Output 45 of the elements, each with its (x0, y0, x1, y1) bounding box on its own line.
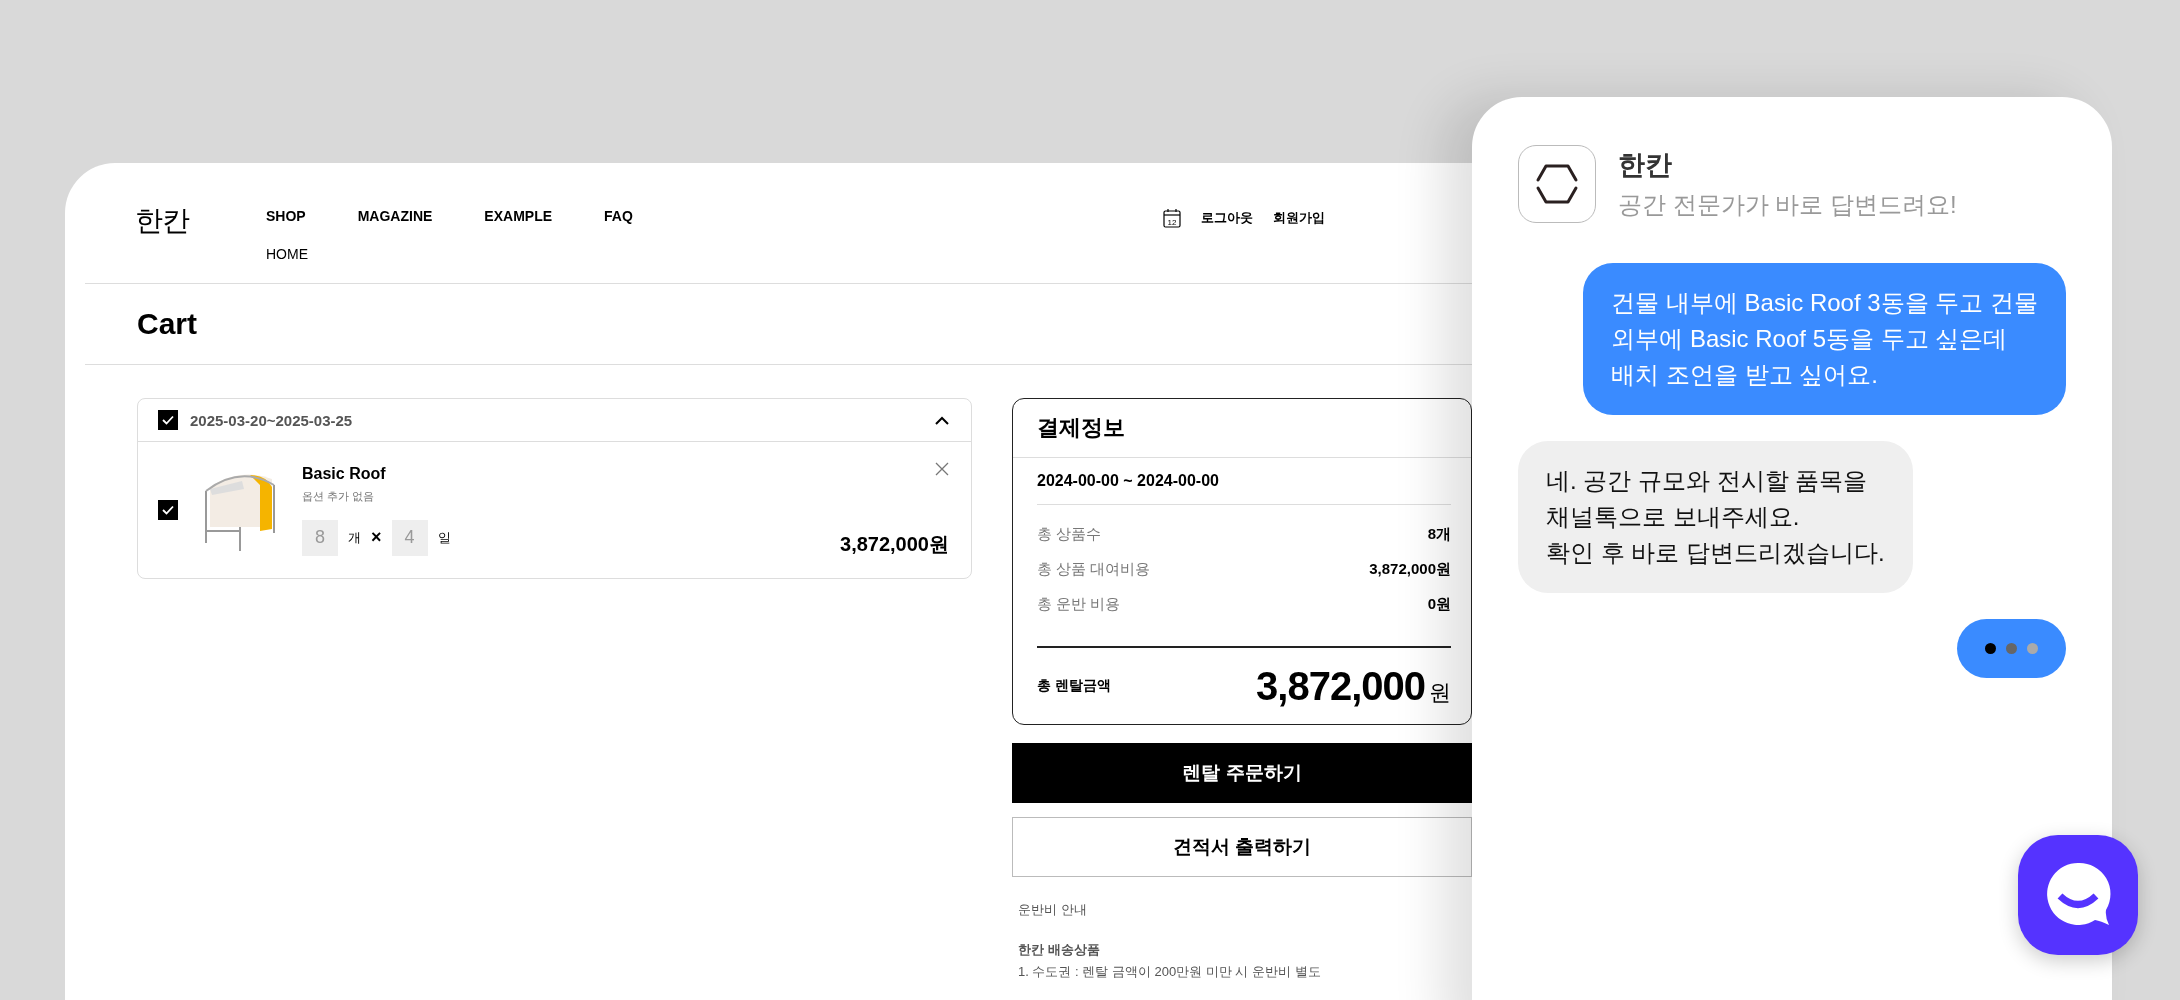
summary-value: 3,872,000원 (1369, 560, 1451, 579)
note-title: 운반비 안내 (1018, 901, 1088, 919)
order-button[interactable]: 렌탈 주문하기 (1012, 743, 1472, 803)
checkbox[interactable] (158, 500, 178, 520)
hexagon-logo-icon (1518, 145, 1596, 223)
product-name: Basic Roof (302, 464, 387, 483)
note-heading: 한칸 배송상품 (1018, 941, 1101, 959)
summary-label: 총 운반 비용 (1037, 595, 1121, 614)
summary-label: 총 상품수 (1037, 525, 1102, 544)
unit-label: 개 (348, 528, 361, 547)
nav-link[interactable]: FAQ (604, 208, 633, 224)
chevron-up-icon[interactable] (935, 415, 949, 425)
total-label: 총 렌탈금액 (1037, 677, 1111, 695)
account-link[interactable]: 로그아웃 (1201, 209, 1253, 227)
chat-name: 한칸 (1618, 149, 1673, 182)
user-message: 건물 내부에 Basic Roof 3동을 두고 건물 외부에 Basic Roof 5동을 두고 싶은데 배치 조언을 받고 싶어요. (1583, 263, 2066, 415)
summary-label: 총 상품 대여비용 (1037, 560, 1151, 579)
unit-label: 일 (437, 528, 451, 547)
rental-period: 2024-00-00 ~ 2024-00-00 (1037, 458, 1451, 505)
total-amount: 3,872,000 (1256, 663, 1425, 708)
bot-message: 네. 공간 규모와 전시할 품목을 채널톡으로 보내주세요. 확인 후 바로 답변드리겠습니다. (1518, 441, 1913, 593)
nav-link[interactable]: SHOP (266, 208, 306, 224)
quote-button[interactable]: 견적서 출력하기 (1012, 817, 1472, 877)
summary-value: 0원 (1427, 595, 1451, 614)
check-icon (162, 415, 174, 425)
site-logo[interactable]: 한칸 (135, 202, 266, 240)
check-icon (162, 505, 174, 515)
nav-link[interactable]: EXAMPLE (484, 208, 553, 224)
chat-subtitle: 공간 전문가가 바로 답변드려요! (1618, 190, 1957, 220)
summary-value: 8개 (1427, 525, 1451, 544)
payment-title: 결제정보 (1013, 399, 1471, 458)
account-link[interactable]: 회원가입 (1273, 209, 1325, 227)
product-option: 옵션 추가 없음 (302, 488, 818, 504)
chat-button[interactable] (2018, 835, 2138, 955)
close-icon[interactable] (935, 462, 949, 476)
checkbox[interactable] (158, 410, 178, 430)
rental-dates: 2025-03-20~2025-03-25 (190, 411, 354, 429)
item-price: 3,872,000원 (840, 532, 949, 557)
nav-link[interactable]: MAGAZINE (357, 208, 433, 224)
note-line: 1. 수도권 : 렌탈 금액이 200만원 미만 시 운반비 별도 (1018, 963, 1322, 981)
calendar-icon[interactable]: 12 (1163, 208, 1181, 228)
page-title: Cart (137, 307, 197, 341)
times-sign: × (371, 527, 382, 548)
subnav-link[interactable]: HOME (266, 246, 633, 262)
currency-unit: 원 (1429, 679, 1451, 705)
